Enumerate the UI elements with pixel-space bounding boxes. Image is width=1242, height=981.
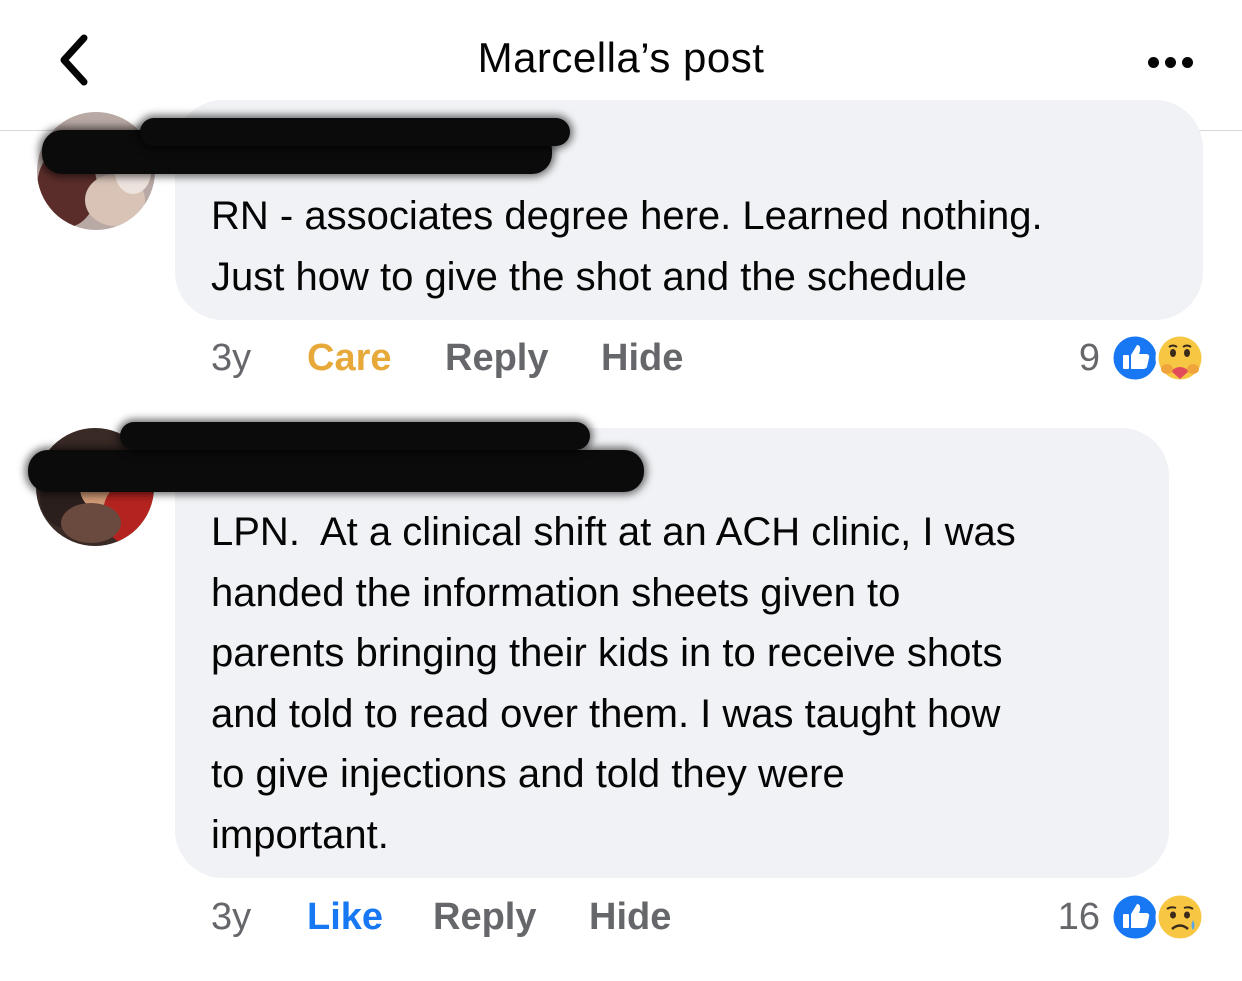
like-icon <box>1110 892 1160 942</box>
reaction-count[interactable]: 16 <box>1030 896 1100 939</box>
reply-button[interactable]: Reply <box>445 337 548 380</box>
comment-actions: 3y Care Reply Hide <box>211 337 911 387</box>
reply-button[interactable]: Reply <box>433 896 536 939</box>
more-options-button[interactable] <box>1140 42 1200 82</box>
redaction-bar <box>140 118 570 146</box>
comment-actions: 3y Like Reply Hide <box>211 896 911 946</box>
care-icon <box>1155 333 1205 383</box>
dot <box>1164 56 1176 68</box>
page-title: Marcella’s post <box>477 34 765 81</box>
hide-button[interactable]: Hide <box>601 337 683 380</box>
dot <box>1181 56 1193 68</box>
dot <box>1147 56 1159 68</box>
like-button[interactable]: Like <box>307 896 383 939</box>
hide-button[interactable]: Hide <box>589 896 671 939</box>
reaction-count[interactable]: 9 <box>1040 337 1100 380</box>
comment-timestamp: 3y <box>211 896 252 938</box>
sad-icon <box>1155 892 1205 942</box>
comment-text: RN - associates degree here. Learned not… <box>211 194 1043 299</box>
redaction-bar <box>120 422 590 450</box>
comment-text: LPN. At a clinical shift at an ACH clini… <box>211 510 1016 857</box>
like-icon <box>1110 333 1160 383</box>
redaction-bar <box>28 450 644 492</box>
comment-timestamp: 3y <box>211 337 252 379</box>
care-reaction-button[interactable]: Care <box>307 337 392 380</box>
